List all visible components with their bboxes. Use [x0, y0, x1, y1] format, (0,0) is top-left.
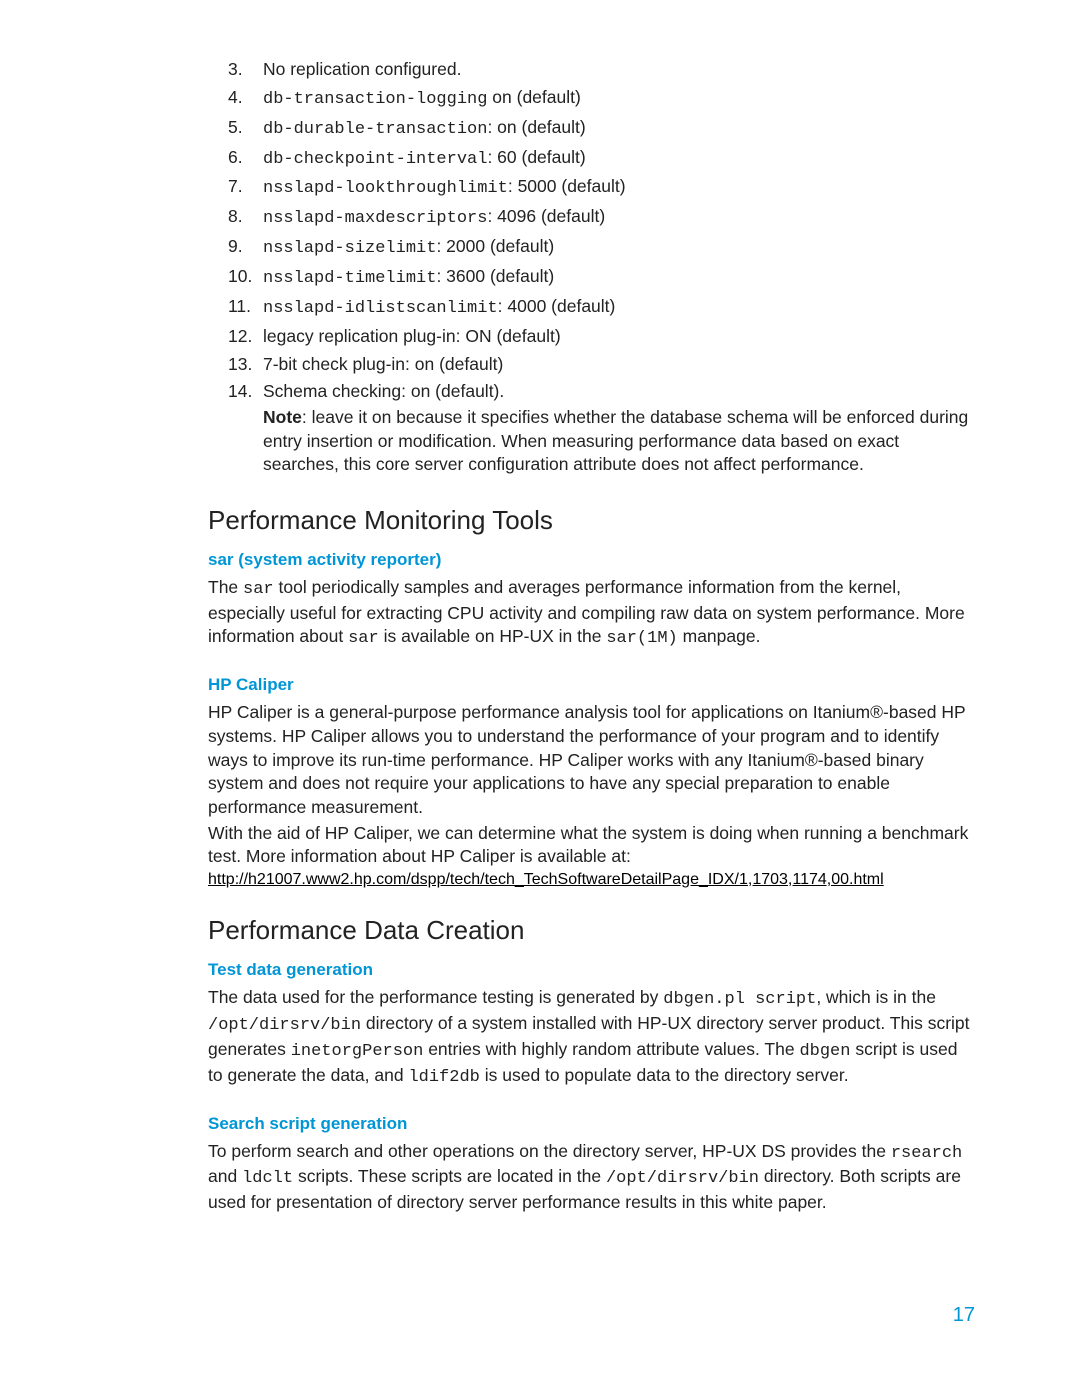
list-number: 13. [228, 353, 252, 377]
section-creation: Performance Data Creation Test data gene… [208, 915, 975, 1215]
list-item: 11. nsslapd-idlistscanlimit: 4000 (defaul… [208, 295, 975, 321]
code-text: nsslapd-idlistscanlimit [263, 299, 498, 318]
list-item: 7. nsslapd-lookthroughlimit: 5000 (defaul… [208, 175, 975, 201]
subsection-caliper: HP Caliper HP Caliper is a general-purpo… [208, 675, 975, 888]
document-page: 3. No replication configured. 4. db-transa… [0, 0, 1080, 1397]
list-text: : 4096 (default) [487, 206, 605, 226]
code-text: inetorgPerson [291, 1042, 424, 1061]
caliper-link[interactable]: http://h21007.www2.hp.com/dspp/tech/tech… [208, 871, 884, 888]
code-text: /opt/dirsrv/bin [208, 1016, 361, 1035]
heading-testdata: Test data generation [208, 960, 975, 980]
list-number: 14. [228, 380, 252, 404]
note-text: : leave it on because it specifies wheth… [263, 407, 968, 474]
code-text: db-checkpoint-interval [263, 150, 487, 169]
list-text: Schema checking: on (default). [263, 381, 504, 401]
list-number: 12. [228, 325, 252, 349]
list-item: 5. db-durable-transaction: on (default) [208, 116, 975, 142]
list-text: : 5000 (default) [508, 176, 626, 196]
list-item: 10. nsslapd-timelimit: 3600 (default) [208, 265, 975, 291]
code-text: sar(1M) [606, 629, 677, 648]
config-list: 3. No replication configured. 4. db-transa… [208, 58, 975, 477]
code-text: nsslapd-sizelimit [263, 239, 436, 258]
list-item: 3. No replication configured. [208, 58, 975, 82]
note-block: Note: leave it on because it specifies w… [263, 406, 975, 477]
heading-creation: Performance Data Creation [208, 915, 975, 946]
page-number: 17 [953, 1304, 975, 1327]
list-number: 10. [228, 265, 252, 289]
heading-sar: sar (system activity reporter) [208, 550, 975, 570]
list-item: 6. db-checkpoint-interval: 60 (default) [208, 146, 975, 172]
code-text: dbgen.pl script [663, 990, 816, 1009]
list-item: 8. nsslapd-maxdescriptors: 4096 (default) [208, 205, 975, 231]
code-text: rsearch [891, 1144, 962, 1163]
list-text: : 4000 (default) [498, 296, 616, 316]
code-text: nsslapd-lookthroughlimit [263, 179, 508, 198]
paragraph: The sar tool periodically samples and av… [208, 576, 975, 652]
code-text: nsslapd-maxdescriptors [263, 209, 487, 228]
list-text: : on (default) [487, 117, 585, 137]
subsection-sar: sar (system activity reporter) The sar t… [208, 550, 975, 652]
note-label: Note [263, 407, 302, 427]
heading-caliper: HP Caliper [208, 675, 975, 695]
list-text: : 3600 (default) [436, 266, 554, 286]
list-text: : 2000 (default) [436, 236, 554, 256]
list-item: 12. legacy replication plug-in: ON (defau… [208, 325, 975, 349]
subsection-testdata: Test data generation The data used for t… [208, 960, 975, 1090]
list-number: 5. [228, 116, 243, 140]
paragraph: With the aid of HP Caliper, we can deter… [208, 822, 975, 869]
list-item: 13. 7-bit check plug-in: on (default) [208, 353, 975, 377]
list-number: 7. [228, 175, 243, 199]
code-text: db-transaction-logging [263, 90, 487, 109]
paragraph: To perform search and other operations o… [208, 1140, 975, 1216]
subsection-search: Search script generation To perform sear… [208, 1114, 975, 1216]
code-text: ldclt [242, 1169, 293, 1188]
list-text: 7-bit check plug-in: on (default) [263, 354, 503, 374]
heading-search: Search script generation [208, 1114, 975, 1134]
heading-monitoring: Performance Monitoring Tools [208, 505, 975, 536]
code-text: nsslapd-timelimit [263, 269, 436, 288]
list-number: 11. [228, 295, 251, 319]
code-text: /opt/dirsrv/bin [606, 1169, 759, 1188]
code-text: dbgen [799, 1042, 850, 1061]
paragraph: HP Caliper is a general-purpose performa… [208, 701, 975, 819]
code-text: sar [348, 629, 379, 648]
list-text: : 60 (default) [487, 147, 585, 167]
list-number: 3. [228, 58, 243, 82]
paragraph: The data used for the performance testin… [208, 986, 975, 1090]
list-item: 14. Schema checking: on (default). Note: … [208, 380, 975, 477]
list-number: 6. [228, 146, 243, 170]
list-text: on (default) [487, 87, 580, 107]
code-text: ldif2db [408, 1068, 479, 1087]
list-item: 4. db-transaction-logging on (default) [208, 86, 975, 112]
code-text: sar [243, 580, 274, 599]
section-monitoring: Performance Monitoring Tools sar (system… [208, 505, 975, 889]
list-text: No replication configured. [263, 59, 461, 79]
list-text: legacy replication plug-in: ON (default) [263, 326, 561, 346]
list-number: 8. [228, 205, 243, 229]
list-item: 9. nsslapd-sizelimit: 2000 (default) [208, 235, 975, 261]
list-number: 4. [228, 86, 243, 110]
list-number: 9. [228, 235, 243, 259]
code-text: db-durable-transaction [263, 120, 487, 139]
